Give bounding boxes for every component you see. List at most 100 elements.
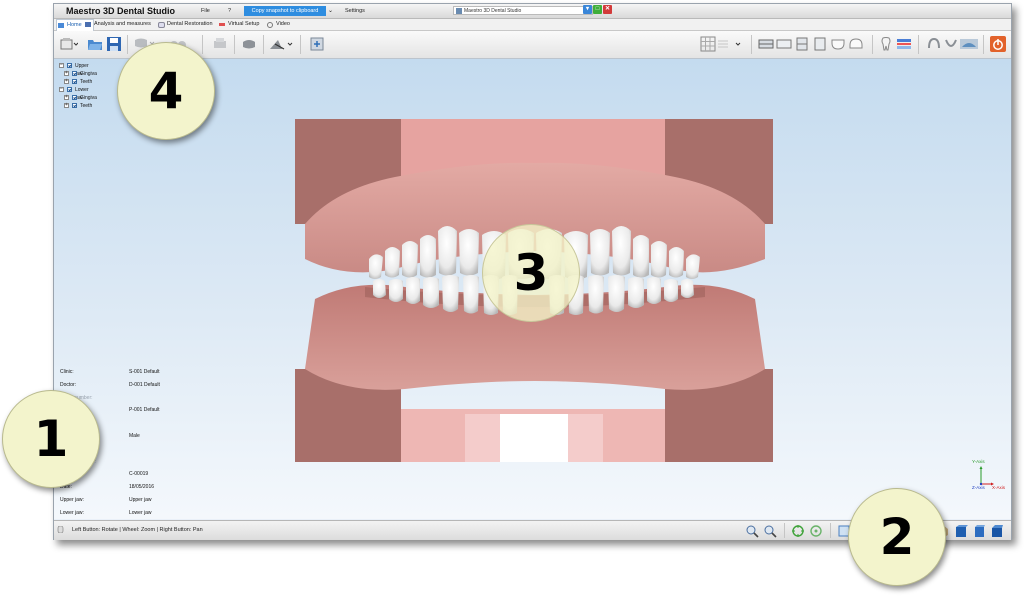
checkbox-upper-teeth[interactable] — [72, 79, 77, 84]
view-right-button[interactable] — [812, 36, 828, 52]
box-view-4-button[interactable] — [990, 524, 1004, 538]
model-color-button[interactable] — [959, 36, 979, 52]
grid-icon — [700, 36, 741, 52]
tree-label: Gingiva — [80, 71, 97, 77]
expand-icon[interactable]: + — [64, 79, 69, 84]
tooth — [633, 235, 649, 278]
tab-video[interactable]: Video — [266, 19, 290, 30]
inner-window-title-text: Maestro 3D Dental Studio — [464, 8, 522, 14]
zoom-fit-icon — [792, 525, 804, 537]
new-case-button[interactable] — [60, 36, 79, 52]
printer-tool-icon — [214, 38, 226, 48]
lower-base-shade-right — [568, 414, 603, 462]
toolbar-separator — [983, 35, 984, 54]
expand-icon[interactable]: + — [64, 71, 69, 76]
menu-help[interactable]: ? — [228, 8, 231, 14]
tree-label: Teeth — [80, 79, 93, 85]
exit-button[interactable] — [990, 36, 1006, 52]
view-left-button[interactable] — [794, 36, 810, 52]
checkbox-upper-gingiva[interactable] — [72, 71, 77, 76]
tooth-tool-button[interactable] — [878, 36, 894, 52]
box-view-3-button[interactable] — [972, 524, 986, 538]
axis-gizmo: Y-Axis Z-Axis X-Axis — [971, 459, 1011, 499]
cut-plane-icon — [270, 40, 293, 50]
copy-snapshot-dropdown-icon[interactable]: ⌄ — [328, 7, 333, 14]
tab-dental-restoration[interactable]: Dental Restoration — [157, 19, 213, 30]
tooth — [385, 247, 400, 278]
open-button[interactable] — [87, 36, 103, 52]
checkbox-upper-jaw[interactable] — [67, 63, 72, 68]
tab-video-label: Video — [276, 21, 290, 27]
toolbar-separator — [751, 35, 752, 54]
view-right-icon — [814, 37, 826, 51]
info-value: P-001 Default — [129, 407, 160, 414]
copy-snapshot-button[interactable]: Copy snapshot to clipboard — [244, 6, 326, 16]
app-mini-icon — [456, 8, 462, 14]
view-front-button[interactable] — [758, 36, 774, 52]
tab-analysis[interactable]: Analysis and measures — [84, 19, 151, 30]
toolbar-separator — [127, 35, 128, 54]
export-button[interactable] — [309, 36, 325, 52]
collapse-icon[interactable]: − — [59, 63, 64, 68]
tool-base-button[interactable] — [241, 36, 257, 52]
zoom-out-button[interactable] — [763, 524, 777, 538]
tab-virtual-setup[interactable]: Virtual Setup — [218, 19, 259, 30]
view-left-icon — [796, 37, 808, 51]
toolbar-separator — [300, 35, 301, 54]
upper-arch-icon — [831, 39, 845, 50]
tooth — [664, 279, 678, 302]
tooth — [406, 277, 420, 304]
menu-settings[interactable]: Settings — [345, 8, 365, 14]
info-value: C-00019 — [129, 471, 149, 478]
tooth — [389, 279, 403, 302]
tooth — [369, 254, 383, 279]
axis-arrows-icon — [979, 466, 994, 486]
callout-3: 3 — [482, 224, 580, 322]
zoom-in-button[interactable] — [745, 524, 759, 538]
view-front-icon — [758, 39, 774, 49]
restoration-icon — [158, 22, 165, 28]
tree-label: Teeth — [80, 103, 93, 109]
tab-virtual-label: Virtual Setup — [228, 21, 260, 27]
layout-grid-button[interactable] — [700, 36, 744, 52]
power-icon — [990, 36, 1006, 52]
tool-disabled-3[interactable] — [212, 36, 228, 52]
tooth — [590, 229, 610, 276]
zoom-fit-button[interactable] — [791, 524, 805, 538]
tooth — [628, 277, 644, 308]
view-occlusal-lower-button[interactable] — [848, 36, 864, 52]
expand-icon[interactable]: + — [64, 103, 69, 108]
cube-blue-icon — [992, 525, 1003, 537]
tooth — [438, 226, 457, 276]
tooth — [402, 241, 418, 278]
close-button[interactable]: ✕ — [603, 5, 612, 14]
arch-view-button[interactable] — [926, 36, 942, 52]
menu-file[interactable]: File — [201, 8, 210, 14]
checkbox-lower-gingiva[interactable] — [72, 95, 77, 100]
z-axis-label: Z-Axis — [972, 485, 985, 490]
checkbox-lower-jaw[interactable] — [67, 87, 72, 92]
zoom-in-icon — [746, 525, 759, 538]
checkbox-lower-teeth[interactable] — [72, 103, 77, 108]
tab-dental-label: Dental Restoration — [167, 21, 213, 27]
cut-tool-button[interactable] — [268, 36, 294, 52]
collapse-icon[interactable]: − — [59, 87, 64, 92]
status-text: Left Button: Rotate | Wheel: Zoom | Righ… — [72, 527, 203, 533]
status-separator — [784, 523, 785, 538]
export-icon — [310, 37, 324, 51]
view-occlusal-upper-button[interactable] — [830, 36, 846, 52]
box-view-2-button[interactable] — [954, 524, 968, 538]
view-top-button[interactable] — [776, 36, 792, 52]
minimize-button[interactable]: ▾ — [583, 5, 592, 14]
tooth — [608, 275, 625, 312]
save-button[interactable] — [106, 36, 122, 52]
occlusion-map-button[interactable] — [896, 36, 912, 52]
toolbar-separator — [234, 35, 235, 54]
zoom-reset-button[interactable] — [809, 524, 823, 538]
info-value: S-001 Default — [129, 369, 160, 375]
tooth — [647, 277, 661, 304]
virtual-setup-icon — [219, 23, 225, 26]
arch-form-button[interactable] — [943, 36, 959, 52]
maximize-button[interactable]: □ — [593, 5, 602, 14]
expand-icon[interactable]: + — [64, 95, 69, 100]
